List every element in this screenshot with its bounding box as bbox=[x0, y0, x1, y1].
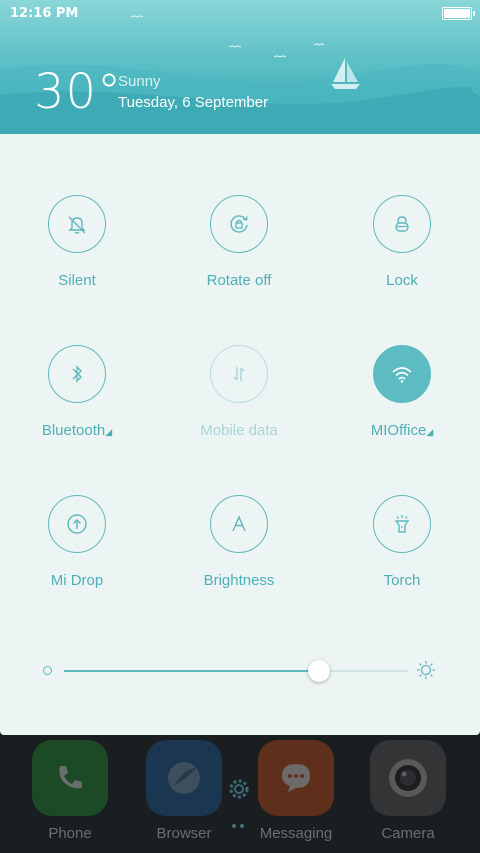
tile-torch[interactable]: Torch bbox=[322, 495, 480, 589]
dock-label: Camera bbox=[381, 825, 435, 842]
tile-label: Rotate off bbox=[206, 272, 272, 289]
gear-icon bbox=[229, 779, 249, 799]
dock-icon-bg bbox=[32, 740, 108, 816]
browser-icon bbox=[168, 762, 200, 794]
status-time: 12:16 PM bbox=[10, 6, 79, 21]
tile-wifi-button[interactable] bbox=[373, 345, 431, 403]
mi-drop-icon bbox=[67, 514, 87, 534]
tile-silent-button[interactable] bbox=[48, 195, 106, 253]
temperature: 30° bbox=[34, 64, 123, 120]
tile-brightness-button[interactable] bbox=[210, 495, 268, 553]
dock-icon-bg bbox=[370, 740, 446, 816]
tile-label: Silent bbox=[58, 272, 96, 289]
tile-bluetooth-button[interactable] bbox=[48, 345, 106, 403]
bluetooth-icon bbox=[72, 365, 82, 383]
auto-brightness-icon bbox=[232, 515, 246, 532]
tile-brightness[interactable]: Brightness bbox=[159, 495, 319, 589]
tile-silent[interactable]: Silent bbox=[0, 195, 157, 289]
tile-mi-drop-button[interactable] bbox=[48, 495, 106, 553]
tile-label: MIOffice◢ bbox=[322, 422, 480, 439]
control-center-panel: Silent Rotate off Lock Bluetooth◢ Mobile… bbox=[0, 134, 480, 735]
weather-condition: Sunny bbox=[118, 73, 161, 90]
brightness-track[interactable] bbox=[64, 660, 408, 682]
status-bar: 12:16 PM bbox=[0, 0, 480, 28]
tile-lock-button[interactable] bbox=[373, 195, 431, 253]
bell-off-icon bbox=[68, 216, 86, 234]
rotate-lock-icon bbox=[230, 215, 248, 233]
tile-label: Lock bbox=[386, 272, 418, 289]
page-indicator bbox=[230, 815, 246, 833]
tile-bluetooth[interactable]: Bluetooth◢ bbox=[0, 345, 157, 439]
dock-app-messaging[interactable]: Messaging bbox=[246, 740, 346, 842]
tile-label: Brightness bbox=[203, 572, 275, 589]
brightness-high-icon bbox=[417, 661, 435, 679]
dock-label: Phone bbox=[48, 825, 92, 842]
brightness-low-icon bbox=[43, 666, 52, 675]
wifi-icon bbox=[392, 367, 412, 383]
submenu-indicator-icon: ◢ bbox=[105, 427, 113, 437]
tile-wifi[interactable]: MIOffice◢ bbox=[322, 345, 480, 439]
tile-mobile-data[interactable]: Mobile data bbox=[159, 345, 319, 439]
tile-label: Mobile data bbox=[200, 422, 278, 439]
tile-lock[interactable]: Lock bbox=[322, 195, 480, 289]
dock-app-phone[interactable]: Phone bbox=[20, 740, 120, 842]
tile-label: Mi Drop bbox=[50, 572, 104, 589]
tile-mobile-data-button[interactable] bbox=[210, 345, 268, 403]
tile-mi-drop[interactable]: Mi Drop bbox=[0, 495, 157, 589]
tile-label: Torch bbox=[383, 572, 421, 589]
dock-icon-bg bbox=[258, 740, 334, 816]
tile-rotate[interactable]: Rotate off bbox=[159, 195, 319, 289]
battery-icon bbox=[442, 7, 475, 20]
dock-icon-bg bbox=[146, 740, 222, 816]
tile-label-text: Bluetooth bbox=[41, 422, 106, 439]
messaging-icon bbox=[282, 764, 310, 792]
dock-app-browser[interactable]: Browser bbox=[134, 740, 234, 842]
tile-rotate-button[interactable] bbox=[210, 195, 268, 253]
brightness-fill bbox=[64, 670, 319, 672]
dock-app-camera[interactable]: Camera bbox=[358, 740, 458, 842]
brightness-thumb[interactable] bbox=[308, 660, 330, 682]
mobile-data-icon bbox=[233, 367, 245, 381]
camera-icon bbox=[389, 759, 427, 797]
tile-label: Bluetooth◢ bbox=[0, 422, 157, 439]
tile-label-text: MIOffice bbox=[370, 422, 427, 439]
phone-icon bbox=[59, 766, 82, 789]
date-label: Tuesday, 6 September bbox=[118, 94, 269, 111]
torch-icon bbox=[394, 515, 410, 533]
dock-label: Messaging bbox=[259, 825, 333, 842]
brightness-slider[interactable] bbox=[40, 654, 440, 686]
tile-torch-button[interactable] bbox=[373, 495, 431, 553]
lock-icon bbox=[395, 216, 409, 232]
dock-label: Browser bbox=[156, 825, 212, 842]
submenu-indicator-icon: ◢ bbox=[426, 427, 434, 437]
